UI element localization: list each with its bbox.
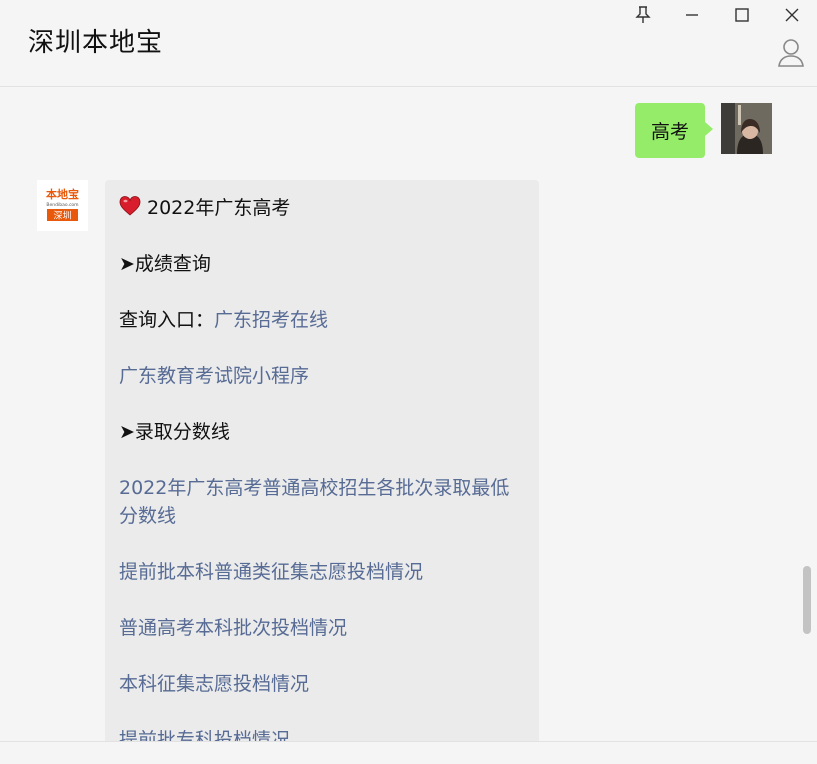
minimize-button[interactable] [679,3,705,27]
my-avatar[interactable] [721,103,772,154]
undergrad-supplement-link[interactable]: 本科征集志愿投档情况 [119,670,525,698]
profile-icon[interactable] [777,38,805,68]
input-area-edge [0,741,817,764]
logo-city-text: 深圳 [53,211,71,222]
heading-text: 2022年广东高考 [147,197,291,219]
message-heading: 2022年广东高考 [119,194,525,222]
incoming-message[interactable]: 2022年广东高考 ➤成绩查询 查询入口：广东招考在线 广东教育考试院小程序 ➤… [105,180,539,741]
title-bar: 深圳本地宝 [0,0,817,87]
section-admission-scores: ➤录取分数线 [119,421,230,443]
chat-scrollbar[interactable] [803,566,811,634]
section-score-query: ➤成绩查询 [119,253,211,275]
pin-icon [635,6,651,23]
user-photo-icon [721,103,772,154]
heart-emoji-icon [119,196,141,216]
query-entry-label: 查询入口： [119,309,215,331]
chat-area[interactable]: 高考 本地宝 Bendibao.com 深圳 2022年广东高考 ➤成绩查询 查… [0,87,817,741]
logo-brand-text: 本地宝 [46,187,79,201]
query-entry-line: 查询入口：广东招考在线 [119,306,525,334]
pin-button[interactable] [630,3,656,27]
undergrad-batch-link[interactable]: 普通高考本科批次投档情况 [119,614,525,642]
guangdong-zhaokao-link[interactable]: 广东招考在线 [214,309,328,331]
early-batch-supplement-link[interactable]: 提前批本科普通类征集志愿投档情况 [119,558,525,586]
official-account-avatar[interactable]: 本地宝 Bendibao.com 深圳 [37,180,88,231]
early-vocational-link[interactable]: 提前批专科投档情况 [119,726,525,741]
close-button[interactable] [779,3,805,27]
maximize-icon [735,8,749,22]
window-title: 深圳本地宝 [28,28,164,58]
outgoing-message-text: 高考 [650,121,689,143]
exam-mini-program-link[interactable]: 广东教育考试院小程序 [119,362,525,390]
minimize-icon [686,14,698,16]
lowest-scores-link[interactable]: 2022年广东高考普通高校招生各批次录取最低分数线 [119,474,525,530]
maximize-button[interactable] [729,3,755,27]
logo-domain-text: Bendibao.com [46,202,78,208]
bendibao-logo-icon: 本地宝 Bendibao.com 深圳 [37,180,88,231]
outgoing-message[interactable]: 高考 [634,103,714,158]
close-icon [785,8,799,22]
